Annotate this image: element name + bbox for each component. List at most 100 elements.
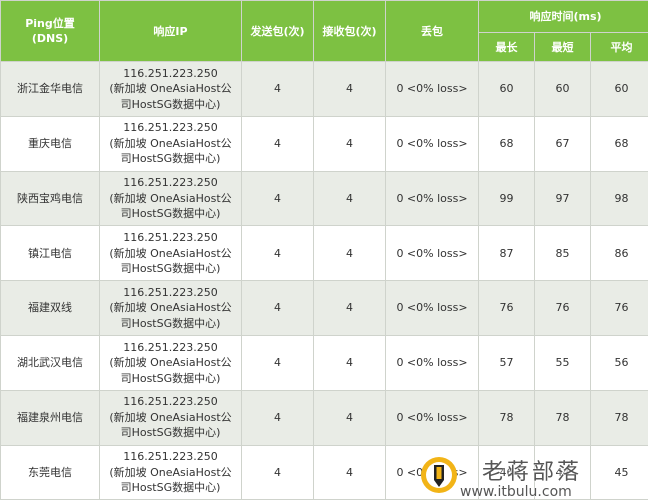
ip-host-line1: (新加坡 OneAsiaHost公: [109, 136, 232, 150]
cell-loss: 0 <0% loss>: [385, 389, 479, 446]
cell-location: 福建泉州电信: [0, 389, 100, 446]
ip-address: 116.251.223.250: [123, 66, 218, 80]
ip-host-line1: (新加坡 OneAsiaHost公: [109, 246, 232, 260]
cell-sent: 4: [241, 115, 314, 172]
cell-ip: 116.251.223.250 (新加坡 OneAsiaHost公 司HostSG数…: [99, 280, 242, 336]
cell-received: 4: [313, 334, 386, 391]
cell-max: 87: [478, 225, 535, 282]
cell-max: 78: [478, 389, 535, 446]
cell-avg: 86: [590, 225, 648, 282]
ip-address: 116.251.223.250: [123, 450, 218, 464]
table-row: 陕西宝鸡电信 116.251.223.250 (新加坡 OneAsiaHost公司…: [0, 170, 648, 227]
cell-min: 85: [534, 225, 591, 282]
ip-host-line1: (新加坡 OneAsiaHost公: [109, 82, 232, 96]
table-row: 东莞电信 116.251.223.250 (新加坡 OneAsiaHost公 司Ho…: [0, 444, 648, 501]
ip-host-line2: 司HostSG数据中心): [120, 371, 221, 385]
table-row: 浙江金华电信 116.251.223.250 (新加坡 OneAsiaHost公司…: [0, 61, 648, 117]
table-row: 福建双线 116.251.223.250 (新加坡 OneAsiaHost公 司Ho…: [0, 280, 648, 336]
cell-sent: 4: [241, 389, 314, 446]
table-row: 镇江电信 116.251.223.250 (新加坡 OneAsiaHost公 司Ho…: [0, 225, 648, 282]
cell-ip: 116.251.223.250 (新加坡 OneAsiaHost公 司HostSG数…: [99, 170, 242, 227]
ip-host-line2: 司HostSG数据中心): [120, 481, 221, 495]
table-row: 湖北武汉电信 116.251.223.250 (新加坡 OneAsiaHost公司…: [0, 334, 648, 391]
cell-received: 4: [313, 444, 386, 501]
cell-received: 4: [313, 389, 386, 446]
cell-min: 60: [534, 61, 591, 117]
cell-avg: 45: [590, 444, 648, 501]
cell-sent: 4: [241, 61, 314, 117]
cell-received: 4: [313, 170, 386, 227]
ip-host-line1: (新加坡 OneAsiaHost公: [109, 410, 232, 424]
cell-ip: 116.251.223.250 (新加坡 OneAsiaHost公 司HostSG数…: [99, 444, 242, 501]
header-avg: 平均: [590, 32, 648, 62]
cell-avg: 68: [590, 115, 648, 172]
cell-loss: 0 <0% loss>: [385, 61, 479, 117]
header-min: 最短: [534, 32, 591, 62]
ip-host-line2: 司HostSG数据中心): [120, 97, 221, 111]
cell-loss: 0 <0% loss>: [385, 334, 479, 391]
cell-min: 76: [534, 280, 591, 336]
cell-sent: 4: [241, 444, 314, 501]
header-response-time: 响应时间(ms): [478, 0, 648, 33]
cell-loss: 0 <0% loss>: [385, 444, 479, 501]
header-loss: 丢包: [385, 0, 479, 62]
cell-avg: 76: [590, 280, 648, 336]
cell-sent: 4: [241, 334, 314, 391]
cell-location: 福建双线: [0, 280, 100, 336]
ping-results-table: Ping位置 (DNS) 响应IP 发送包(次) 接收包(次) 丢包 响应时间(…: [0, 0, 648, 501]
ip-address: 116.251.223.250: [123, 285, 218, 299]
cell-location: 浙江金华电信: [0, 61, 100, 117]
cell-avg: 78: [590, 389, 648, 446]
table-row: 福建泉州电信 116.251.223.250 (新加坡 OneAsiaHost公司…: [0, 389, 648, 446]
header-ip: 响应IP: [99, 0, 242, 62]
ip-host-line2: 司HostSG数据中心): [120, 316, 221, 330]
cell-ip: 116.251.223.250 (新加坡 OneAsiaHost公 司HostSG数…: [99, 225, 242, 282]
cell-min: 55: [534, 334, 591, 391]
cell-max: 57: [478, 334, 535, 391]
cell-sent: 4: [241, 225, 314, 282]
cell-received: 4: [313, 115, 386, 172]
ip-address: 116.251.223.250: [123, 395, 218, 409]
cell-avg: 60: [590, 61, 648, 117]
cell-max: 60: [478, 61, 535, 117]
cell-location: 陕西宝鸡电信: [0, 170, 100, 227]
cell-loss: 0 <0% loss>: [385, 225, 479, 282]
cell-min: 44: [534, 444, 591, 501]
cell-ip: 116.251.223.250 (新加坡 OneAsiaHost公 司HostSG数…: [99, 61, 242, 117]
cell-ip: 116.251.223.250 (新加坡 OneAsiaHost公 司HostSG数…: [99, 389, 242, 446]
table-row: 重庆电信 116.251.223.250 (新加坡 OneAsiaHost公 司Ho…: [0, 115, 648, 172]
cell-avg: 98: [590, 170, 648, 227]
header-location: Ping位置 (DNS): [0, 0, 100, 62]
header-sent: 发送包(次): [241, 0, 314, 62]
cell-sent: 4: [241, 280, 314, 336]
ip-host-line2: 司HostSG数据中心): [120, 426, 221, 440]
cell-avg: 56: [590, 334, 648, 391]
cell-min: 97: [534, 170, 591, 227]
cell-sent: 4: [241, 170, 314, 227]
cell-loss: 0 <0% loss>: [385, 280, 479, 336]
cell-location: 东莞电信: [0, 444, 100, 501]
ip-host-line2: 司HostSG数据中心): [120, 207, 221, 221]
cell-loss: 0 <0% loss>: [385, 115, 479, 172]
cell-min: 67: [534, 115, 591, 172]
header-location-line1: Ping位置: [25, 17, 75, 30]
ip-address: 116.251.223.250: [123, 121, 218, 135]
cell-location: 镇江电信: [0, 225, 100, 282]
cell-location: 重庆电信: [0, 115, 100, 172]
cell-loss: 0 <0% loss>: [385, 170, 479, 227]
ip-host-line1: (新加坡 OneAsiaHost公: [109, 301, 232, 315]
cell-ip: 116.251.223.250 (新加坡 OneAsiaHost公 司HostSG数…: [99, 334, 242, 391]
cell-max: 99: [478, 170, 535, 227]
ip-address: 116.251.223.250: [123, 340, 218, 354]
ip-host-line1: (新加坡 OneAsiaHost公: [109, 356, 232, 370]
cell-max: 68: [478, 115, 535, 172]
cell-ip: 116.251.223.250 (新加坡 OneAsiaHost公 司HostSG数…: [99, 115, 242, 172]
ip-address: 116.251.223.250: [123, 231, 218, 245]
ip-address: 116.251.223.250: [123, 176, 218, 190]
ip-host-line1: (新加坡 OneAsiaHost公: [109, 465, 232, 479]
cell-received: 4: [313, 280, 386, 336]
cell-max: 76: [478, 280, 535, 336]
ip-host-line2: 司HostSG数据中心): [120, 152, 221, 166]
cell-received: 4: [313, 225, 386, 282]
ip-host-line2: 司HostSG数据中心): [120, 262, 221, 276]
